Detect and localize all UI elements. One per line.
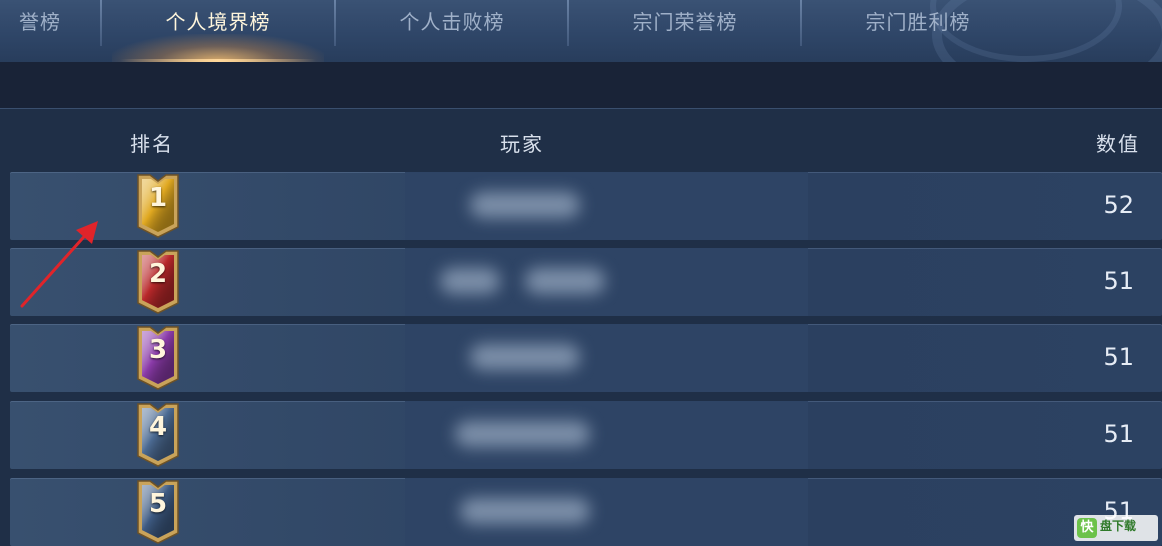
column-header-value: 数值 bbox=[1096, 132, 1140, 156]
score-value: 52 bbox=[1103, 191, 1134, 219]
rank-number: 3 bbox=[148, 335, 168, 365]
tab-personal-realm[interactable]: 个人境界榜 bbox=[102, 0, 334, 62]
table-row[interactable]: 51 bbox=[10, 478, 1162, 546]
rank-number: 2 bbox=[148, 259, 168, 289]
player-cell bbox=[405, 324, 808, 392]
rank-number: 5 bbox=[148, 489, 168, 519]
tab-label: 宗门胜利榜 bbox=[865, 10, 971, 34]
rank-badge-icon: 4 bbox=[134, 402, 182, 468]
rank-badge-icon: 2 bbox=[134, 249, 182, 315]
tab-sect-honor[interactable]: 宗门荣誉榜 bbox=[569, 0, 801, 62]
watermark-text: 盘下载 bbox=[1100, 519, 1137, 533]
tab-label: 宗门荣誉榜 bbox=[632, 10, 738, 34]
table-row[interactable]: 51 bbox=[10, 248, 1162, 316]
tab-label: 个人击败榜 bbox=[399, 10, 505, 34]
table-row[interactable]: 51 bbox=[10, 324, 1162, 392]
column-header-rank: 排名 bbox=[130, 132, 174, 156]
rank-badge-icon: 5 bbox=[134, 479, 182, 545]
watermark-logo: 快 bbox=[1077, 518, 1097, 538]
rank-badge-icon: 3 bbox=[134, 325, 182, 391]
active-tab-glow bbox=[112, 34, 324, 62]
player-cell bbox=[405, 172, 808, 240]
column-header-player: 玩家 bbox=[500, 132, 544, 156]
leaderboard-tab-bar: 誉榜 个人境界榜 个人击败榜 宗门荣誉榜 宗门胜利榜 bbox=[0, 0, 1162, 62]
info-band bbox=[0, 62, 1162, 109]
score-value: 51 bbox=[1103, 420, 1134, 448]
score-value: 51 bbox=[1103, 267, 1134, 295]
watermark: 快 盘下载 bbox=[1074, 515, 1158, 541]
blurred-player-name bbox=[440, 268, 500, 294]
blurred-player-name bbox=[455, 421, 590, 447]
annotation-arrow-icon bbox=[20, 221, 98, 308]
tab-sect-victory[interactable]: 宗门胜利榜 bbox=[802, 0, 1034, 62]
tab-personal-defeats[interactable]: 个人击败榜 bbox=[336, 0, 568, 62]
blurred-player-name bbox=[525, 268, 605, 294]
table-row[interactable]: 52 bbox=[10, 172, 1162, 240]
table-row[interactable]: 51 bbox=[10, 401, 1162, 469]
rank-number: 4 bbox=[148, 412, 168, 442]
rank-badge-icon: 1 bbox=[134, 173, 182, 239]
tab-label: 个人境界榜 bbox=[165, 10, 271, 34]
blurred-player-name bbox=[470, 192, 580, 218]
tab-honor[interactable]: 誉榜 bbox=[0, 0, 100, 62]
blurred-player-name bbox=[460, 498, 590, 524]
rank-number: 1 bbox=[148, 183, 168, 213]
tab-label: 誉榜 bbox=[19, 10, 61, 34]
blurred-player-name bbox=[470, 344, 580, 370]
score-value: 51 bbox=[1103, 343, 1134, 371]
